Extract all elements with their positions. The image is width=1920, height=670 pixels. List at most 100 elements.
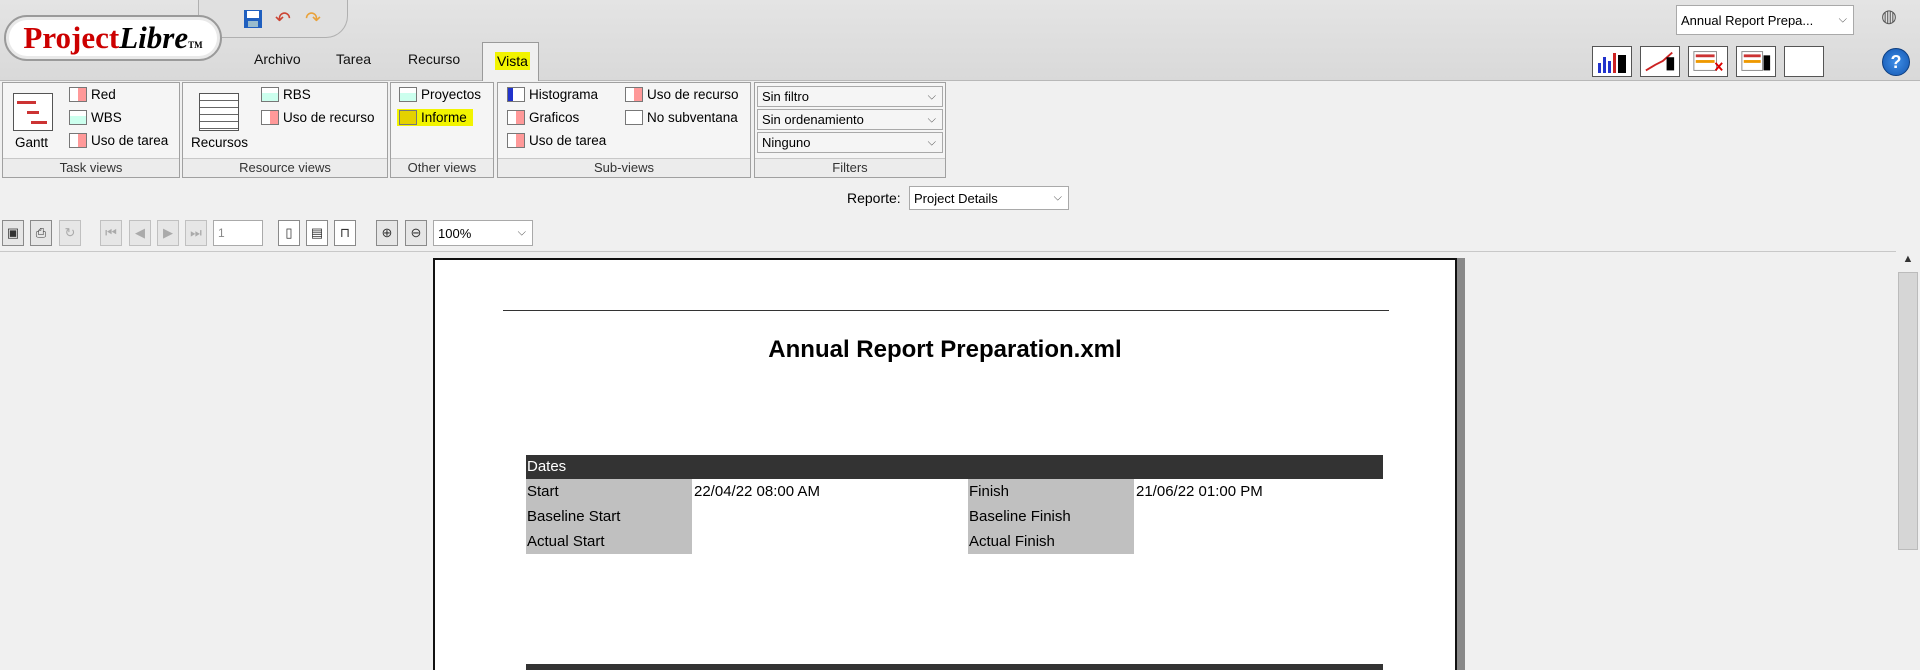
project-selector[interactable]: Annual Report Prepa... ⌵ bbox=[1676, 5, 1854, 35]
menu-tarea[interactable]: Tarea bbox=[336, 51, 371, 67]
page-number-input[interactable]: 1 bbox=[213, 220, 263, 246]
globe-icon[interactable]: ◍ bbox=[1876, 6, 1902, 32]
red-button[interactable]: Red bbox=[69, 87, 116, 102]
projects-button[interactable]: Proyectos bbox=[399, 87, 481, 102]
sub-task-usage-label: Uso de tarea bbox=[529, 133, 607, 148]
report-title: Annual Report Preparation.xml bbox=[768, 336, 1122, 363]
baseline-finish-label: Baseline Finish bbox=[968, 504, 1134, 529]
menu-vista[interactable]: Vista bbox=[482, 42, 539, 81]
group-select[interactable]: Ninguno ⌵ bbox=[757, 132, 943, 153]
logo-text: Project bbox=[23, 20, 120, 55]
no-subwindow-button[interactable]: No subventana bbox=[625, 110, 738, 125]
histogram-button[interactable]: Histograma bbox=[507, 87, 598, 102]
next-section-header bbox=[526, 664, 1383, 670]
logo-trademark: TM bbox=[188, 40, 203, 50]
actual-size-icon[interactable]: ▯ bbox=[278, 220, 300, 246]
group-value: Ninguno bbox=[762, 135, 811, 150]
actual-start-label: Actual Start bbox=[526, 529, 692, 554]
redo-icon[interactable]: ↷ bbox=[300, 6, 326, 32]
no-subwindow-label: No subventana bbox=[647, 110, 738, 125]
sub-resource-usage-label: Uso de recurso bbox=[647, 87, 739, 102]
filters-caption: Filters bbox=[755, 158, 945, 177]
fit-width-icon[interactable]: ⊓ bbox=[334, 220, 356, 246]
chart-view-icon[interactable] bbox=[1640, 46, 1680, 77]
zoom-in-icon[interactable]: ⊕ bbox=[376, 220, 398, 246]
task-usage-label: Uso de tarea bbox=[91, 133, 169, 148]
app-logo[interactable]: Project Libre TM bbox=[4, 15, 222, 61]
last-page-icon[interactable]: ⏭ bbox=[185, 220, 207, 246]
rbs-button[interactable]: RBS bbox=[261, 87, 311, 102]
menu-archivo[interactable]: Archivo bbox=[254, 51, 301, 67]
finish-value: 21/06/22 01:00 PM bbox=[1136, 483, 1263, 500]
filter-select[interactable]: Sin filtro ⌵ bbox=[757, 86, 943, 107]
task-views-caption: Task views bbox=[3, 158, 179, 177]
gantt-icon bbox=[13, 93, 53, 131]
resource-usage-label: Uso de recurso bbox=[283, 110, 375, 125]
menu-recurso[interactable]: Recurso bbox=[408, 51, 460, 67]
task-usage-button[interactable]: Uso de tarea bbox=[69, 133, 168, 148]
charts-icon bbox=[507, 110, 525, 125]
gantt-button[interactable]: Gantt bbox=[15, 135, 48, 150]
report-select[interactable]: Project Details ⌵ bbox=[909, 186, 1069, 210]
baseline-start-label: Baseline Start bbox=[526, 504, 692, 529]
sub-views-group: Histograma Graficos Uso de tarea Uso de … bbox=[497, 82, 751, 178]
report-label: Reporte: bbox=[847, 190, 901, 206]
report-icon bbox=[399, 110, 417, 125]
chevron-down-icon: ⌵ bbox=[927, 113, 936, 125]
resource-usage-small-icon bbox=[261, 110, 279, 125]
zoom-select[interactable]: 100% ⌵ bbox=[433, 220, 533, 246]
scroll-up-icon[interactable]: ▲ bbox=[1898, 253, 1918, 269]
fit-page-icon[interactable]: ▤ bbox=[306, 220, 328, 246]
blank-icon bbox=[625, 110, 643, 125]
report-divider bbox=[503, 310, 1389, 311]
projects-icon bbox=[399, 87, 417, 102]
dates-section-header: Dates bbox=[526, 455, 1383, 479]
zoom-out-icon[interactable]: ⊖ bbox=[405, 220, 427, 246]
task-usage-icon[interactable] bbox=[1688, 46, 1728, 77]
filters-group: Sin filtro ⌵ Sin ordenamiento ⌵ Ninguno ⌵ F… bbox=[754, 82, 946, 178]
report-button[interactable]: Informe bbox=[397, 109, 473, 126]
sub-views-caption: Sub-views bbox=[498, 158, 750, 177]
other-views-group: Proyectos Informe Other views bbox=[390, 82, 494, 178]
next-page-icon[interactable]: ▶ bbox=[157, 220, 179, 246]
viewer-save-icon[interactable]: ▣ bbox=[2, 220, 24, 246]
projects-label: Proyectos bbox=[421, 87, 482, 102]
resource-usage-button[interactable]: Uso de recurso bbox=[261, 110, 375, 125]
chevron-down-icon: ⌵ bbox=[1053, 191, 1062, 204]
task-views-group: Gantt Red WBS Uso de tarea Task views bbox=[2, 82, 180, 178]
sub-task-usage-button[interactable]: Uso de tarea bbox=[507, 133, 606, 148]
chevron-down-icon: ⌵ bbox=[927, 136, 936, 148]
no-subwindow-icon[interactable] bbox=[1784, 46, 1824, 77]
refresh-icon[interactable]: ↻ bbox=[59, 220, 81, 246]
histogram-icon bbox=[507, 87, 525, 102]
sub-resource-usage-icon bbox=[625, 87, 643, 102]
start-value: 22/04/22 08:00 AM bbox=[694, 483, 820, 500]
other-views-caption: Other views bbox=[391, 158, 493, 177]
scrollbar-thumb[interactable] bbox=[1898, 272, 1918, 550]
histogram-view-icon[interactable] bbox=[1592, 46, 1632, 77]
save-icon[interactable] bbox=[240, 6, 266, 32]
chevron-down-icon: ⌵ bbox=[927, 90, 936, 102]
first-page-icon[interactable]: ⏮ bbox=[100, 220, 122, 246]
resource-views-caption: Resource views bbox=[183, 158, 387, 177]
previous-page-icon[interactable]: ◀ bbox=[129, 220, 151, 246]
print-icon[interactable]: ⎙ bbox=[30, 220, 52, 246]
undo-icon[interactable]: ↶ bbox=[270, 6, 296, 32]
wbs-label: WBS bbox=[91, 110, 122, 125]
resources-button[interactable]: Recursos bbox=[191, 135, 248, 150]
chevron-down-icon: ⌵ bbox=[1838, 13, 1847, 26]
help-icon[interactable]: ? bbox=[1882, 48, 1910, 76]
charts-button[interactable]: Graficos bbox=[507, 110, 579, 125]
project-selector-value: Annual Report Prepa... bbox=[1681, 12, 1814, 28]
resource-usage-icon[interactable] bbox=[1736, 46, 1776, 77]
resources-icon bbox=[199, 93, 239, 131]
rbs-label: RBS bbox=[283, 87, 311, 102]
wbs-button[interactable]: WBS bbox=[69, 110, 122, 125]
sub-task-usage-icon bbox=[507, 133, 525, 148]
task-usage-small-icon bbox=[69, 133, 87, 148]
wbs-icon bbox=[69, 110, 87, 125]
sort-select[interactable]: Sin ordenamiento ⌵ bbox=[757, 109, 943, 130]
filter-value: Sin filtro bbox=[762, 89, 809, 104]
sub-resource-usage-button[interactable]: Uso de recurso bbox=[625, 87, 739, 102]
logo-text-italic: Libre bbox=[119, 20, 189, 55]
